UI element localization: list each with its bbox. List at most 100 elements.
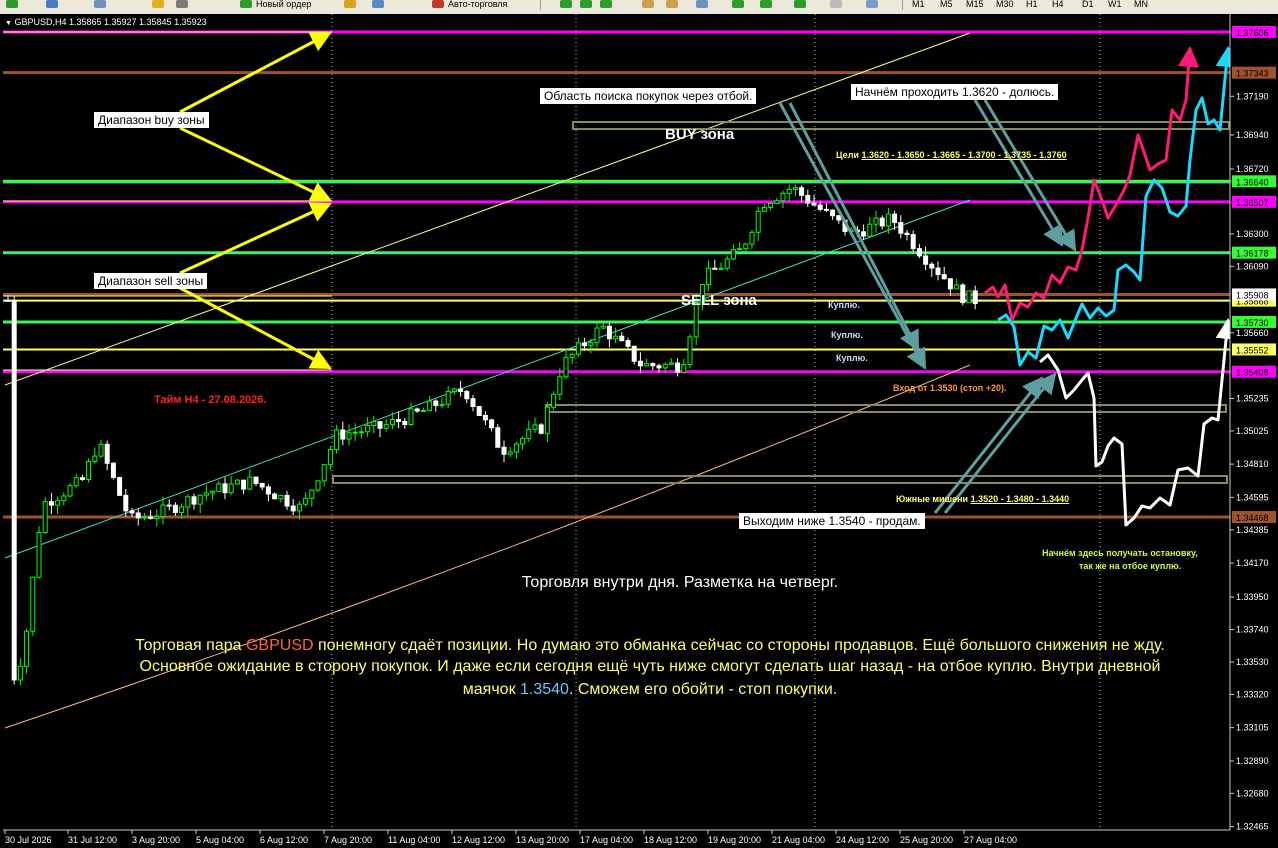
line-chart-icon[interactable]: [600, 0, 612, 8]
bar-chart-icon[interactable]: [560, 0, 572, 8]
new-order-button[interactable]: Новый ордер: [256, 0, 311, 10]
candle-body: [656, 365, 662, 369]
candle-body: [582, 342, 588, 347]
candle-body: [600, 325, 606, 329]
market-watch-icon[interactable]: [94, 0, 106, 8]
candle-body: [923, 255, 929, 265]
candle-body: [892, 213, 898, 224]
buy-note-1: Куплю.: [828, 300, 860, 310]
candle-body: [67, 485, 73, 497]
price-tick-label: 1.36940: [1236, 130, 1269, 140]
candle-body: [79, 477, 85, 481]
level-price-text: 1.36178: [1236, 249, 1269, 259]
time-tick-label: 7 Aug 20:00: [324, 835, 372, 845]
candle-body: [489, 419, 495, 429]
candle-body: [644, 363, 650, 367]
templates-icon[interactable]: [866, 0, 878, 8]
tile-windows-icon[interactable]: [696, 0, 708, 8]
tf-w1-button[interactable]: W1: [1108, 0, 1122, 10]
level-price-text: 1.36640: [1236, 177, 1269, 187]
candle-body: [389, 419, 395, 426]
candle-body: [234, 479, 240, 485]
candle-body: [675, 362, 681, 373]
candle-body: [340, 429, 346, 440]
candle-body: [526, 428, 532, 439]
tf-h4-button[interactable]: H4: [1052, 0, 1064, 10]
price-tick-label: 1.32680: [1236, 788, 1269, 798]
p1-pair: GBPUSD: [245, 637, 314, 654]
zoom-in-icon[interactable]: [642, 0, 654, 8]
candle-body: [284, 494, 290, 507]
south-targets-label: Южные мишени 1.3520 - 1.3480 - 1.3440: [896, 494, 1069, 504]
tf-m30-button[interactable]: M30: [996, 0, 1014, 10]
autoscroll-icon[interactable]: [732, 0, 744, 8]
candle-body: [241, 479, 247, 490]
sell-range-label: Диапазон sell зоны: [94, 273, 208, 289]
time-tick-label: 31 Jul 12:00: [68, 835, 117, 845]
candle-body: [650, 363, 656, 367]
price-tick-label: 1.32465: [1236, 822, 1269, 832]
navigator-star-icon[interactable]: [152, 0, 164, 8]
chart-shift-icon[interactable]: [760, 0, 772, 8]
new-chart-icon[interactable]: [6, 0, 18, 8]
candle-body: [495, 427, 501, 448]
targets-label: Цели 1.3620 - 1.3650 - 1.3665 - 1.3700 -…: [836, 150, 1067, 160]
new-order-icon[interactable]: [240, 0, 252, 8]
candle-body: [941, 274, 947, 280]
candle-body: [836, 215, 842, 221]
candle-body: [712, 267, 718, 270]
candle-body: [861, 231, 867, 237]
candle-body: [253, 476, 259, 484]
zoom-out-icon[interactable]: [666, 0, 678, 8]
candle-body: [904, 232, 910, 236]
candle-body: [520, 437, 526, 445]
time-tick-label: 27 Aug 04:00: [964, 835, 1017, 845]
tf-d1-button[interactable]: D1: [1082, 0, 1094, 10]
candle-body: [197, 494, 203, 505]
candle-body: [464, 390, 470, 400]
candle-body: [706, 267, 712, 286]
level-price-text: 1.35552: [1236, 345, 1269, 355]
buy-note-3: Куплю.: [836, 353, 868, 363]
candle-body: [929, 263, 935, 269]
candle-body: [743, 243, 749, 250]
candle-body: [420, 409, 426, 412]
periods-icon[interactable]: [830, 0, 842, 8]
time-tick-label: 3 Aug 20:00: [132, 835, 180, 845]
candle-body: [259, 482, 265, 488]
candle-body: [470, 398, 476, 408]
price-chart[interactable]: 1.37190 1.36940 1.36720 1.36300 1.36090 1.356…: [0, 14, 1278, 848]
candle-body: [867, 223, 873, 237]
profiles-icon[interactable]: [46, 0, 58, 8]
time-tick-label: 11 Aug 04:00: [388, 835, 440, 845]
candle-body: [86, 460, 92, 481]
stop-note-2: так же на отбое куплю.: [1079, 561, 1182, 571]
candle-body: [265, 486, 271, 495]
autotrading-icon[interactable]: [432, 0, 444, 8]
candle-body: [296, 503, 302, 512]
time-tick-label: 6 Aug 12:00: [260, 835, 308, 845]
tf-m1-button[interactable]: M1: [912, 0, 925, 10]
level-price-text: 1.35408: [1236, 368, 1269, 378]
autotrading-button[interactable]: Авто-торговля: [448, 0, 507, 10]
candle-body: [507, 451, 513, 455]
buy-zone-label: BUY зона: [665, 126, 735, 143]
tf-m5-button[interactable]: M5: [940, 0, 953, 10]
tf-m15-button[interactable]: M15: [966, 0, 984, 10]
indicators-icon[interactable]: [794, 0, 806, 8]
candle-body: [247, 476, 253, 490]
candle-body: [501, 446, 507, 455]
time-tick-label: 13 Aug 20:00: [516, 835, 569, 845]
exit-label: Выходим ниже 1.3540 - продам.: [739, 513, 925, 529]
toolbar-separator: [540, 0, 541, 10]
tf-h1-button[interactable]: H1: [1026, 0, 1038, 10]
candle-body: [557, 376, 563, 395]
price-tick-label: 1.33950: [1236, 592, 1269, 602]
candle-body: [885, 213, 891, 227]
trade-icon[interactable]: [372, 0, 384, 8]
tf-mn-button[interactable]: MN: [1134, 0, 1148, 10]
candle-body: [613, 335, 619, 340]
candle-chart-icon[interactable]: [580, 0, 592, 8]
metaeditor-icon[interactable]: [344, 0, 356, 8]
terminal-icon[interactable]: [176, 0, 188, 8]
